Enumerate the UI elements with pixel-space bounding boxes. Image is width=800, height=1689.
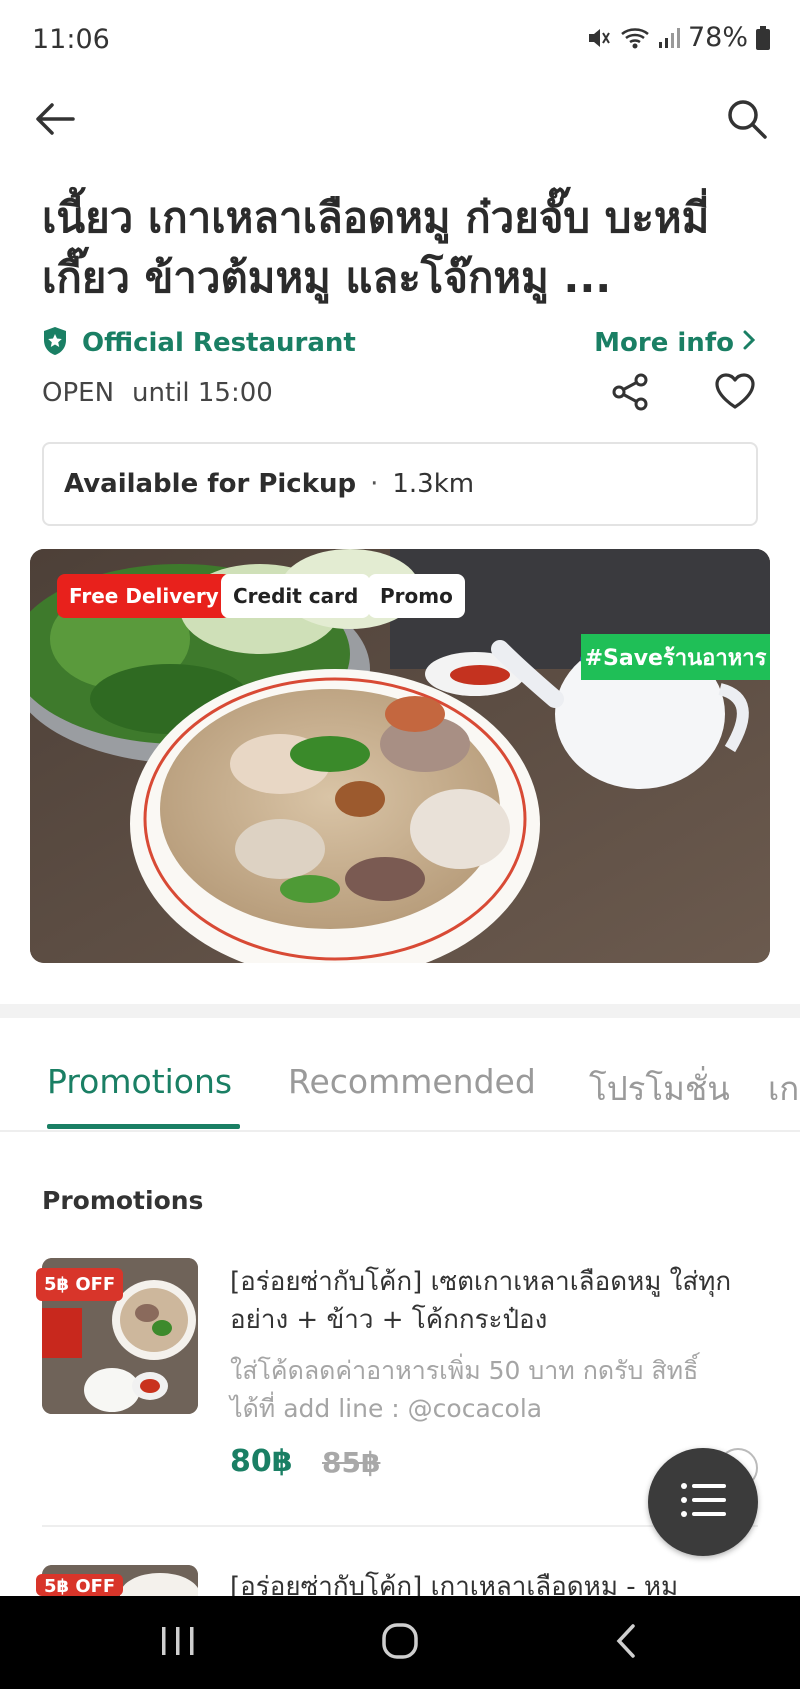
- heart-icon: [714, 373, 756, 414]
- battery-icon: [756, 25, 770, 50]
- search-icon: [726, 98, 768, 144]
- section-divider: [0, 1004, 800, 1018]
- tab-kaolao[interactable]: เก: [768, 1062, 799, 1115]
- item-divider: [42, 1525, 758, 1527]
- item-name: [อร่อยซ่ากับโค้ก] เกาเหลาเลือดหมู - หมู: [230, 1572, 679, 1596]
- status-bar: 11:06 78%: [0, 0, 800, 80]
- more-info-link[interactable]: More info: [594, 328, 756, 358]
- active-tab-indicator: [47, 1124, 240, 1129]
- item-price: 80฿: [230, 1444, 293, 1479]
- open-hours: until 15:00: [132, 378, 273, 408]
- official-restaurant-label: Official Restaurant: [82, 328, 356, 358]
- tab-recommended[interactable]: Recommended: [288, 1062, 536, 1101]
- promo-badge: Promo: [368, 574, 465, 618]
- pickup-label: Available for Pickup: [64, 469, 357, 499]
- system-navigation-bar: [0, 1596, 800, 1689]
- chevron-left-icon: [614, 1623, 638, 1663]
- more-info-label: More info: [594, 328, 734, 358]
- credit-card-badge: Credit card: [221, 574, 371, 618]
- system-back-button[interactable]: [596, 1618, 656, 1668]
- save-restaurant-tag: #Saveร้านอาหาร: [581, 634, 770, 680]
- item-old-price: 85฿: [322, 1446, 381, 1479]
- menu-tabs: Promotions Recommended โปรโมชั่น เก: [0, 1040, 800, 1132]
- recent-apps-icon: [160, 1625, 196, 1661]
- list-menu-icon: [680, 1482, 726, 1522]
- back-button[interactable]: [30, 96, 80, 146]
- restaurant-title: เนี้ยว เกาเหลาเลือดหมู ก๋วยจั๊บ บะหมี่เก…: [42, 193, 710, 302]
- discount-badge: 5฿ OFF: [36, 1268, 124, 1301]
- status-icons: 78%: [586, 22, 770, 53]
- status-time: 11:06: [32, 24, 110, 55]
- battery-level: 78%: [687, 22, 748, 53]
- chevron-right-icon: [742, 328, 756, 358]
- section-title: Promotions: [42, 1186, 204, 1215]
- tab-promotion-thai[interactable]: โปรโมชั่น: [589, 1062, 730, 1115]
- pickup-info-box[interactable]: Available for Pickup · 1.3km: [42, 442, 758, 526]
- signal-icon: [658, 26, 680, 50]
- discount-badge: 5฿ OFF: [36, 1574, 124, 1596]
- mute-icon: [586, 25, 612, 51]
- pickup-separator: ·: [370, 469, 379, 499]
- shield-star-icon: [42, 326, 68, 360]
- open-status: OPEN: [42, 378, 115, 408]
- favorite-button[interactable]: [714, 372, 760, 416]
- pickup-distance: 1.3km: [392, 469, 475, 499]
- home-button[interactable]: [370, 1618, 430, 1668]
- free-delivery-badge: Free Delivery: [57, 574, 231, 618]
- search-button[interactable]: [722, 96, 772, 146]
- recent-apps-button[interactable]: [148, 1618, 208, 1668]
- opening-hours: OPEN until 15:00: [42, 378, 273, 408]
- wifi-icon: [620, 25, 650, 51]
- official-restaurant-row: Official Restaurant: [42, 326, 356, 360]
- home-icon: [381, 1622, 419, 1664]
- tab-promotions[interactable]: Promotions: [47, 1062, 232, 1101]
- share-button[interactable]: [610, 372, 654, 416]
- item-description: ใส่โค้ดลดค่าอาหารเพิ่ม 50 บาท กดรับ สิทธ…: [230, 1356, 699, 1423]
- item-name: [อร่อยซ่ากับโค้ก] เซตเกาเหลาเลือดหมู ใส่…: [230, 1267, 732, 1335]
- share-icon: [610, 373, 650, 416]
- arrow-left-icon: [35, 102, 75, 140]
- menu-list-button[interactable]: [648, 1448, 758, 1556]
